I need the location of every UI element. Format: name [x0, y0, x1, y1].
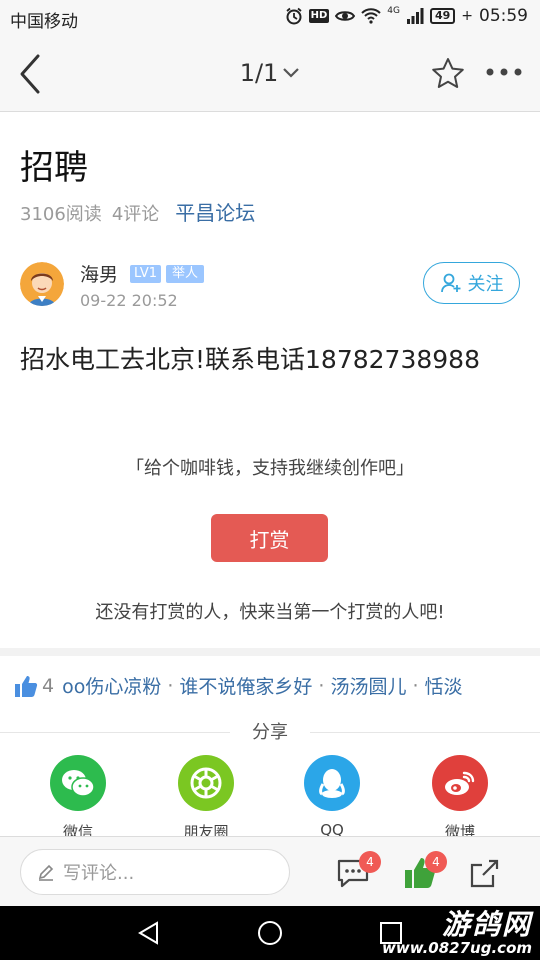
forum-link[interactable]: 平昌论坛	[175, 197, 255, 226]
like-count: 4	[42, 674, 55, 697]
author-name[interactable]: 海男	[80, 260, 118, 287]
nav-back-icon[interactable]	[136, 920, 162, 946]
comment-badge: 4	[359, 851, 381, 873]
favorite-star-icon[interactable]	[430, 56, 466, 92]
tip-prompt: 「给个咖啡钱，支持我继续创作吧」	[126, 458, 414, 479]
like-user[interactable]: 汤汤圆儿	[330, 672, 406, 699]
share-weibo-button[interactable]: 微博	[415, 755, 505, 842]
qq-icon	[304, 755, 360, 811]
wifi-icon	[361, 8, 381, 24]
like-badge: 4	[425, 851, 447, 873]
add-user-icon	[440, 273, 460, 293]
likes-row: 4 oo伤心凉粉 · 谁不说俺家乡好 · 汤汤圆儿 · 恬淡	[14, 672, 463, 699]
android-navigation-bar: 游鸽网 www.0827ug.com	[0, 906, 540, 960]
share-icon[interactable]	[467, 855, 503, 891]
share-qq-button[interactable]: QQ	[287, 755, 377, 839]
post-time: 09-22 20:52	[80, 291, 178, 310]
separator-dot: ·	[167, 674, 174, 697]
level-badge: LV1	[130, 265, 161, 283]
tip-button[interactable]: 打赏	[211, 514, 328, 562]
hd-icon: HD	[308, 9, 330, 23]
top-navbar: 1/1	[0, 36, 540, 112]
pencil-icon	[38, 864, 54, 881]
share-title: 分享	[230, 718, 310, 744]
role-badge: 举人	[166, 265, 205, 283]
like-user[interactable]: 谁不说俺家乡好	[179, 672, 312, 699]
wechat-icon	[50, 755, 106, 811]
chevron-down-icon	[283, 68, 300, 78]
carrier-name: 中国移动	[10, 12, 78, 32]
follow-label: 关注	[467, 274, 504, 295]
watermark-name: 游鸽网	[441, 908, 532, 941]
follow-button[interactable]: 关注	[423, 262, 520, 304]
watermark-url: www.0827ug.com	[382, 939, 532, 957]
separator-dot: ·	[318, 674, 325, 697]
clock: 05:59	[479, 6, 528, 26]
bottom-action-bar: 写评论... 4 4	[0, 836, 540, 906]
like-user[interactable]: 恬淡	[425, 672, 463, 699]
avatar-image	[20, 262, 64, 306]
comment-count: 4评论	[111, 204, 160, 225]
battery-level: 49	[429, 8, 456, 24]
share-moments-button[interactable]: 朋友圈	[161, 755, 251, 842]
avatar[interactable]	[20, 262, 64, 306]
alarm-icon	[286, 7, 302, 25]
post-content: 招水电工去北京!联系电话18782738988	[20, 345, 480, 374]
comment-input[interactable]: 写评论...	[20, 849, 290, 895]
nav-home-icon[interactable]	[257, 920, 283, 946]
more-options-icon[interactable]	[484, 62, 524, 82]
read-count: 3106阅读	[20, 204, 102, 225]
page-indicator: 1/1	[239, 59, 279, 87]
post-title: 招聘	[20, 148, 88, 188]
comment-placeholder: 写评论...	[63, 863, 135, 884]
watermark: 游鸽网 www.0827ug.com	[382, 908, 532, 957]
status-bar: 中国移动 HD 4G 49 + 05:59	[0, 0, 540, 36]
moments-icon	[178, 755, 234, 811]
eye-icon	[335, 11, 356, 21]
weibo-icon	[432, 755, 488, 811]
status-icons: HD 4G 49 + 05:59	[285, 6, 528, 26]
share-wechat-button[interactable]: 微信	[33, 755, 123, 842]
charging-icon: +	[461, 8, 473, 24]
thumbs-up-icon[interactable]	[14, 674, 38, 698]
network-type: 4G	[387, 6, 400, 16]
signal-icon	[406, 8, 424, 24]
tip-empty-message: 还没有打赏的人，快来当第一个打赏的人吧!	[95, 602, 445, 623]
section-divider	[0, 648, 540, 656]
like-user[interactable]: oo伤心凉粉	[62, 672, 161, 699]
post-meta: 3106阅读 4评论 平昌论坛	[20, 197, 255, 226]
separator-dot: ·	[412, 674, 419, 697]
